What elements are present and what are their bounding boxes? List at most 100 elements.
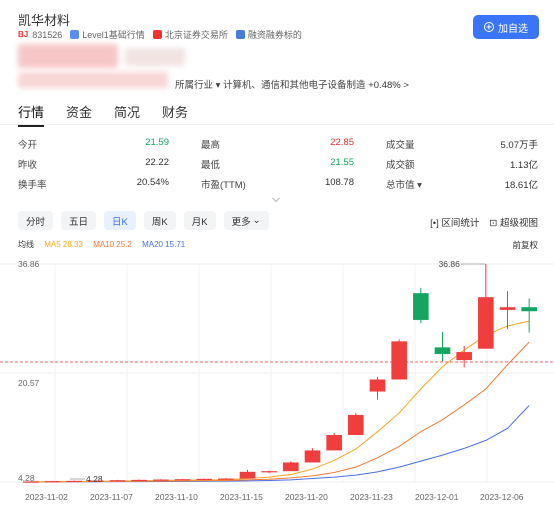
x-label: 2023-11-10 [155,492,198,502]
candle-body [326,435,342,451]
industry-row[interactable]: 所属行业 ▾ 计算机、通信和其他电子设备制造 +0.48% > [175,77,409,91]
candle-body [261,471,277,473]
period-weekly[interactable]: 周K [143,211,176,230]
super-view-label: 超级视图 [499,218,538,229]
super-view-icon: ⊡ [489,218,498,229]
chevron-down-icon[interactable] [272,194,280,202]
ma-label: 均线 [18,240,34,249]
period-selector: 分时 五日 日K 周K 月K 更多 ⌄ [18,211,269,230]
quote-value: 21.55 [330,157,354,168]
super-view-button[interactable]: ⊡ 超级视图 [489,215,538,229]
quote-label: 成交额 [386,160,415,171]
y-label-mid: 20.57 [18,378,40,388]
quote-value: 1.13亿 [510,160,538,171]
candle-body [153,479,169,481]
status-redacted [125,48,185,66]
candle-body [304,450,321,463]
quote-row: 今开 21.59 最高 22.85 成交量 5.07万手 [18,137,538,153]
kline-chart[interactable]: 36.86 20.57 4.28 36.86 4.28 2023-11-02 2023-11… [0,254,554,508]
candle-body [348,414,364,436]
quote-value: 108.78 [324,177,354,188]
period-monthly[interactable]: 月K [183,211,216,230]
candle-body [499,307,516,310]
x-label: 2023-12-01 [415,492,459,502]
stock-header: 凯华材料 [18,10,70,29]
margin-icon [235,30,245,39]
x-label: 2023-12-06 [480,492,524,502]
level1-label: Level1基础行情 [82,30,145,40]
add-watchlist-button[interactable]: 加自选 [473,15,539,39]
candle-body [66,480,82,483]
exchange-flag-icon [152,30,162,39]
add-watchlist-label: 加自选 [498,23,528,35]
quote-label: 最高 [201,140,221,151]
tab-divider [0,124,554,125]
tab-funds[interactable]: 资金 [66,102,92,121]
level1-icon [70,30,80,39]
quote-label: 最低 [201,160,221,171]
ma10-line [30,341,530,483]
quote-value: 22.22 [145,157,169,168]
ma20-line [30,405,530,483]
x-label: 2023-11-15 [220,492,263,502]
period-daily[interactable]: 日K [104,211,136,230]
industry-label: 所属行业 ▾ 计算机、通信和其他电子设备制造 [175,80,366,91]
candle-body [434,347,451,355]
quote-label: 换手率 [18,180,47,191]
plus-circle-icon [484,22,494,32]
candle-body [131,479,147,482]
x-label: 2023-11-02 [25,492,68,502]
stock-meta: BJ 831526 Level1基础行情 北京证券交易所 融资融券标的 [18,28,302,41]
chevron-down-icon: ⌄ [252,215,261,226]
x-label: 2023-11-23 [350,492,393,502]
tab-finance[interactable]: 财务 [162,102,188,121]
period-more[interactable]: 更多 ⌄ [223,211,269,230]
candle-body [456,352,472,361]
tab-profile[interactable]: 简况 [114,102,140,121]
ma5-label: MA5 28.33 [44,240,83,249]
ma20-label: MA20 15.71 [142,240,186,249]
industry-change: +0.48% [368,80,401,91]
period-intraday[interactable]: 分时 [18,211,54,230]
quote-row: 换手率 20.54% 市盈(TTM) 108.78 总市值 ▾ 18.61亿 [18,177,538,193]
candle-body [44,481,61,483]
chevron-right-icon: > [403,80,409,91]
candle-body [109,480,126,482]
candle-body [239,471,256,479]
period-5day[interactable]: 五日 [61,211,97,230]
quote-label: 总市值 ▾ [386,180,422,191]
quote-label: 成交量 [386,140,415,151]
x-label: 2023-11-07 [90,492,133,502]
y-label-max: 36.86 [18,259,40,269]
candle-body [478,297,494,349]
quote-value: 18.61亿 [504,180,538,191]
quote-value: 20.54% [136,177,169,188]
min-marker-label: 4.28 [86,474,103,484]
quote-value: 5.07万手 [500,140,539,151]
quote-value: 22.85 [330,137,354,148]
quote-label: 市盈(TTM) [201,180,246,191]
price-change-redacted [18,72,168,88]
candle-body [391,341,407,380]
exchange-badge: BJ [18,30,29,39]
x-label: 2023-11-20 [285,492,328,502]
max-marker-label: 36.86 [439,259,461,269]
stock-name: 凯华材料 [18,13,71,28]
candle-body [196,478,212,481]
period-more-label: 更多 [231,216,251,228]
quote-label: 今开 [18,140,38,151]
stock-code: 831526 [32,29,63,40]
quote-label: 昨收 [18,160,38,171]
quote-value: 21.59 [145,137,169,148]
interval-icon: [•] [430,218,439,229]
ma10-label: MA10 25.2 [93,240,132,249]
candle-body [413,293,429,320]
price-redacted [18,44,118,68]
ma5-line [30,320,530,483]
interval-stats-button[interactable]: [•] 区间统计 [430,215,479,229]
candle-body [283,462,299,472]
quote-row: 昨收 22.22 最低 21.55 成交额 1.13亿 [18,157,538,173]
tab-market[interactable]: 行情 [18,102,45,127]
ma-legend: 均线 MA5 28.33 MA10 25.2 MA20 15.71 [18,239,193,250]
adjust-mode[interactable]: 前复权 [512,239,538,251]
